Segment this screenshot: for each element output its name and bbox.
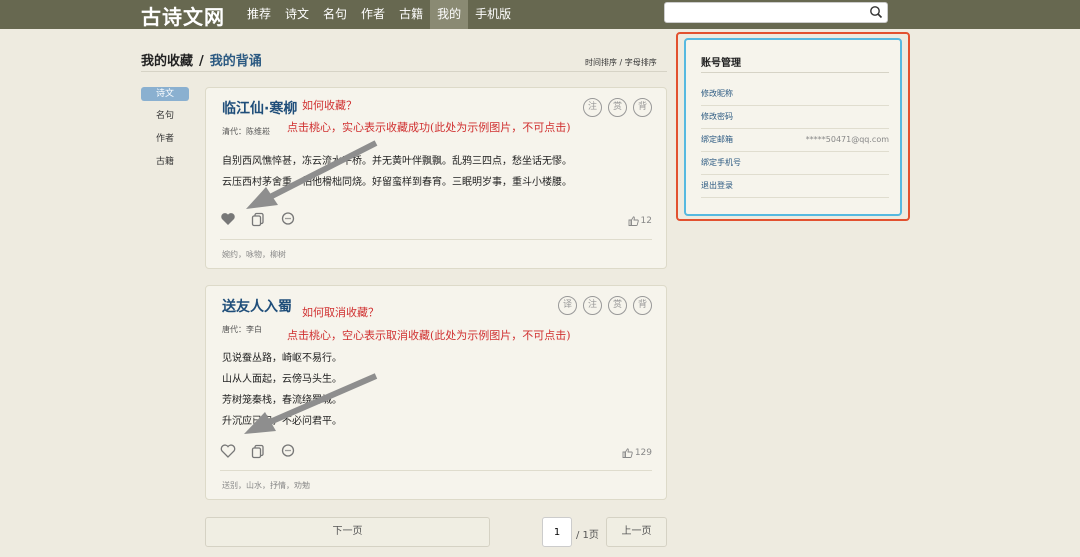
like-count[interactable]: 129	[622, 448, 652, 458]
heading-separator: /	[199, 54, 204, 69]
account-title-divider	[701, 72, 889, 73]
thumbs-up-icon[interactable]	[628, 216, 639, 226]
prev-page-button[interactable]: 上一页	[606, 517, 667, 547]
recite-link[interactable]: 我的背诵	[210, 54, 262, 69]
annotation-badge-icon[interactable]: 注	[583, 296, 602, 315]
account-panel-title: 账号管理	[701, 58, 741, 69]
nav-item-mine[interactable]: 我的	[430, 0, 469, 29]
bind-phone-link[interactable]: 绑定手机号	[701, 152, 889, 175]
poem-tags[interactable]: 婉约，咏物，柳树	[222, 249, 286, 260]
nav-item-classics[interactable]: 古籍	[392, 0, 430, 29]
poem-badges: 注 赏 背	[583, 98, 652, 117]
tab-authors[interactable]: 作者	[141, 132, 189, 154]
like-count-value: 129	[634, 448, 652, 458]
recite-badge-icon[interactable]: 背	[633, 296, 652, 315]
appreciation-badge-icon[interactable]: 赏	[608, 296, 627, 315]
translation-badge-icon[interactable]: 译	[558, 296, 577, 315]
annotation-question: 如何收藏？	[302, 99, 357, 112]
change-password-label: 修改密码	[701, 112, 733, 121]
bind-email-link[interactable]: 绑定邮箱 *****50471@qq.com	[701, 129, 889, 152]
search-icon[interactable]	[869, 5, 883, 19]
copy-icon[interactable]	[250, 443, 266, 459]
account-panel: 账号管理 修改昵称 修改密码 绑定邮箱 *****50471@qq.com 绑定手…	[684, 38, 902, 216]
change-password-link[interactable]: 修改密码	[701, 106, 889, 129]
sort-by-alpha[interactable]: 字母排序	[625, 58, 657, 67]
annotation-description: 点击桃心，实心表示收藏成功(此处为示例图片，不可点击)	[287, 121, 571, 134]
annotation-arrow	[244, 373, 378, 434]
sort-separator: /	[617, 58, 625, 67]
tab-quotes[interactable]: 名句	[141, 109, 189, 131]
sort-links: 时间排序 / 字母排序	[585, 57, 657, 68]
heading-divider	[141, 71, 667, 72]
poem-tags[interactable]: 送别，山水，抒情，劝勉	[222, 480, 310, 491]
poem-title[interactable]: 送友人入蜀	[222, 296, 292, 316]
poem-badges: 译 注 赏 背	[558, 296, 652, 315]
poem-actions	[220, 443, 296, 459]
card-divider	[220, 470, 652, 471]
card-divider	[220, 239, 652, 240]
bind-email-label: 绑定邮箱	[701, 135, 733, 144]
thumbs-up-icon[interactable]	[622, 448, 633, 458]
page-title: 我的收藏 / 我的背诵	[141, 50, 262, 69]
next-page-button[interactable]: 下一页	[205, 517, 490, 547]
annotation-badge-icon[interactable]: 注	[583, 98, 602, 117]
heart-outline-icon[interactable]	[220, 443, 236, 459]
change-nickname-label: 修改昵称	[701, 89, 733, 98]
like-count-value: 12	[640, 216, 652, 226]
tab-poems[interactable]: 诗文	[141, 87, 189, 101]
like-count[interactable]: 12	[628, 216, 652, 226]
poem-author[interactable]: 唐代：李白	[222, 324, 262, 335]
nav-item-poems[interactable]: 诗文	[278, 0, 316, 29]
annotation-arrow	[246, 140, 378, 209]
poem-line: 见说蚕丛路，崎岖不易行。	[222, 353, 342, 364]
sort-by-time[interactable]: 时间排序	[585, 58, 617, 67]
bound-email-value: *****50471@qq.com	[805, 135, 889, 144]
site-logo[interactable]: 古诗文网	[141, 1, 225, 30]
annotation-description: 点击桃心，空心表示取消收藏(此处为示例图片，不可点击)	[287, 329, 571, 342]
appreciation-badge-icon[interactable]: 赏	[608, 98, 627, 117]
bind-phone-label: 绑定手机号	[701, 158, 741, 167]
main-nav: 推荐 诗文 名句 作者 古籍 我的 手机版	[240, 0, 518, 29]
tab-classics[interactable]: 古籍	[141, 155, 189, 177]
nav-item-mobile[interactable]: 手机版	[468, 0, 518, 29]
favorites-title[interactable]: 我的收藏	[141, 54, 193, 69]
top-nav-bar: 古诗文网 推荐 诗文 名句 作者 古籍 我的 手机版	[0, 0, 1080, 29]
poem-title[interactable]: 临江仙·寒柳	[222, 98, 297, 118]
nav-item-quotes[interactable]: 名句	[316, 0, 354, 29]
comment-icon[interactable]	[280, 443, 296, 459]
recite-badge-icon[interactable]: 背	[633, 98, 652, 117]
logout-label: 退出登录	[701, 181, 733, 190]
change-nickname-link[interactable]: 修改昵称	[701, 83, 889, 106]
logout-link[interactable]: 退出登录	[701, 175, 889, 198]
annotation-question: 如何取消收藏？	[302, 306, 379, 319]
category-tabs: 诗文 名句 作者 古籍	[141, 87, 189, 178]
page-number-input[interactable]	[542, 517, 572, 547]
page-total: / 1页	[576, 530, 599, 541]
search-input[interactable]	[664, 2, 888, 23]
nav-item-authors[interactable]: 作者	[354, 0, 392, 29]
nav-item-recommend[interactable]: 推荐	[240, 0, 278, 29]
